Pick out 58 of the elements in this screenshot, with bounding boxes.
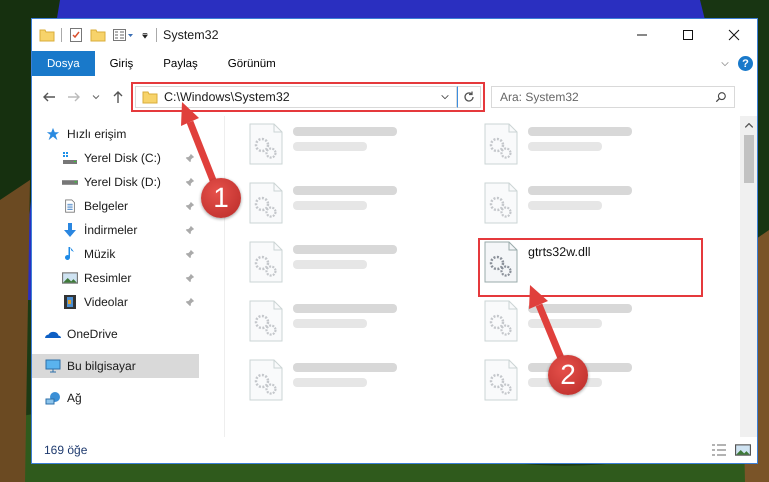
- ribbon-tab[interactable]: Dosya: [32, 51, 95, 76]
- network-icon: [45, 391, 61, 405]
- pin-icon[interactable]: [185, 177, 195, 187]
- nav-item[interactable]: OneDrive: [32, 322, 199, 346]
- drive-icon: [62, 180, 78, 184]
- folder-icon[interactable]: [90, 27, 106, 43]
- film-icon: [62, 295, 78, 309]
- file-name: gtrts32w.dll: [528, 245, 591, 259]
- pin-icon[interactable]: [185, 201, 195, 211]
- nav-item[interactable]: Ağ: [32, 386, 199, 410]
- search-field[interactable]: Ara: System32: [491, 86, 735, 108]
- drive-icon: [62, 151, 78, 165]
- recent-dropdown-icon[interactable]: [91, 92, 101, 102]
- tiles-view-icon[interactable]: [735, 444, 751, 456]
- download-icon: [62, 223, 78, 237]
- folder-icon[interactable]: [39, 27, 55, 43]
- scroll-thumb[interactable]: [744, 135, 754, 183]
- close-icon: [728, 29, 740, 41]
- address-bar[interactable]: C:\Windows\System32: [135, 86, 457, 108]
- ribbon-tab[interactable]: Görünüm: [212, 51, 291, 76]
- document-icon: [62, 199, 78, 213]
- nav-item[interactable]: Belgeler: [32, 194, 199, 218]
- refresh-button[interactable]: [457, 86, 481, 108]
- nav-item[interactable]: Müzik: [32, 242, 199, 266]
- address-path: C:\Windows\System32: [164, 90, 291, 104]
- properties-icon[interactable]: [112, 27, 134, 43]
- minimize-icon: [636, 34, 648, 36]
- cloud-icon: [45, 330, 61, 338]
- pin-icon[interactable]: [185, 249, 195, 259]
- help-button[interactable]: ?: [738, 56, 753, 71]
- pictures-icon: [62, 271, 78, 285]
- checklist-icon[interactable]: [68, 27, 84, 43]
- folder-icon: [142, 89, 158, 105]
- dll-file-icon: [484, 241, 518, 283]
- file-tile[interactable]: gtrts32w.dll: [478, 238, 703, 297]
- ribbon-tab[interactable]: Paylaş: [148, 51, 213, 76]
- nav-item[interactable]: Resimler: [32, 266, 199, 290]
- star-icon: [45, 127, 61, 141]
- nav-item[interactable]: Bu bilgisayar: [32, 354, 199, 378]
- item-count: 169 öğe: [44, 443, 88, 457]
- pin-icon[interactable]: [185, 273, 195, 283]
- nav-item[interactable]: Videolar: [32, 290, 199, 314]
- computer-icon: [45, 359, 61, 373]
- window-title: System32: [163, 28, 219, 42]
- refresh-icon: [463, 91, 475, 103]
- nav-item[interactable]: İndirmeler: [32, 218, 199, 242]
- nav-item[interactable]: Yerel Disk (C:): [32, 146, 199, 170]
- scrollbar[interactable]: [740, 116, 757, 437]
- nav-item[interactable]: Hızlı erişim: [32, 122, 199, 146]
- pin-icon[interactable]: [185, 153, 195, 163]
- search-icon[interactable]: [715, 91, 727, 103]
- pin-icon[interactable]: [185, 225, 195, 235]
- scroll-up-icon[interactable]: [744, 123, 752, 128]
- details-view-icon[interactable]: [711, 444, 727, 456]
- nav-item[interactable]: Yerel Disk (D:): [32, 170, 199, 194]
- ribbon-tab[interactable]: Giriş: [94, 51, 148, 76]
- maximize-icon: [682, 29, 694, 41]
- pin-icon[interactable]: [185, 297, 195, 307]
